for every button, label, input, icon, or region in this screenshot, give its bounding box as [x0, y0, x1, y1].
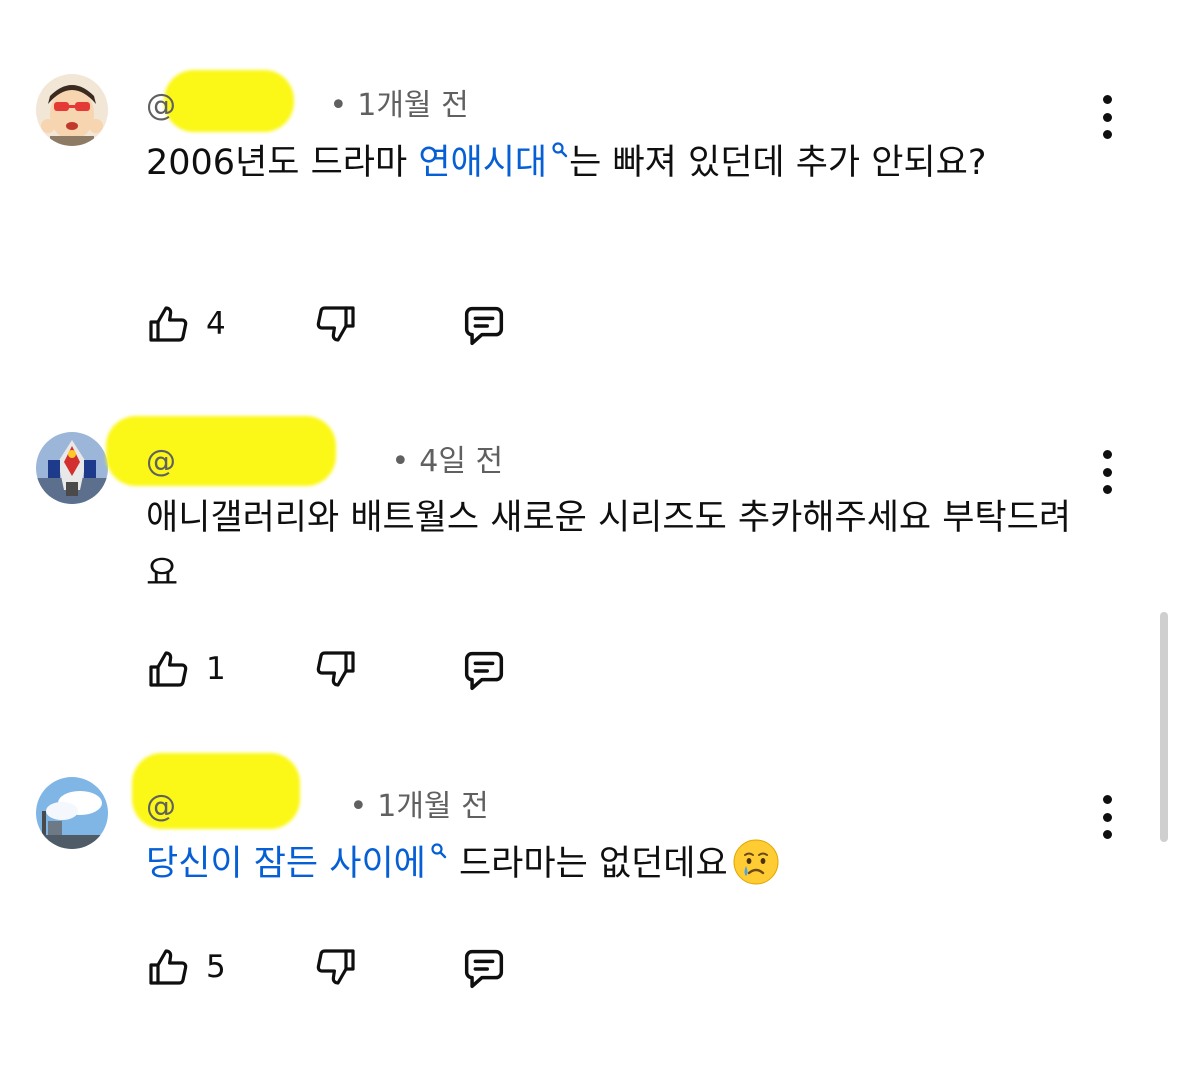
- like-icon: [149, 651, 188, 687]
- search-icon: [431, 843, 447, 859]
- comment-text: 2006년도 드라마 연애시대 는 빠져 있던데 추가 안되요?: [146, 142, 987, 183]
- more-vert-icon: [1102, 450, 1112, 459]
- comment-time: 4일 전: [419, 444, 504, 479]
- like-count: 1: [206, 651, 226, 687]
- reply-icon: [464, 306, 504, 346]
- comment-meta: @ • 1개월 전: [146, 70, 469, 132]
- avatar[interactable]: [36, 432, 108, 504]
- redaction-mark: [164, 70, 294, 132]
- like-count: 5: [206, 949, 226, 985]
- scrollbar[interactable]: [1160, 612, 1168, 842]
- dislike-icon: [316, 651, 355, 687]
- comment-actions: 1: [144, 645, 524, 695]
- more-vert-icon: [1102, 795, 1112, 804]
- dislike-button[interactable]: [312, 645, 360, 693]
- comment-text: 애니갤러리와 배트월스 새로운 시리즈도 추카해주세요 부탁드려요: [146, 498, 1072, 594]
- comment-actions: 5: [144, 943, 524, 993]
- comment-time: 1개월 전: [357, 88, 469, 123]
- search-link[interactable]: 당신이 잠든 사이에: [146, 843, 448, 884]
- redaction-mark: [106, 416, 336, 486]
- search-icon: [552, 142, 568, 158]
- like-button[interactable]: 5: [144, 943, 226, 991]
- reply-icon: [464, 949, 504, 989]
- more-options-button[interactable]: [1094, 95, 1120, 139]
- reply-button[interactable]: [458, 300, 510, 352]
- comment-meta: @ • 4일 전: [106, 416, 504, 486]
- crying-face-emoji: [733, 839, 779, 885]
- like-button[interactable]: 1: [144, 645, 226, 693]
- author-handle[interactable]: @: [146, 70, 316, 132]
- author-handle[interactable]: @: [106, 416, 378, 486]
- more-options-button[interactable]: [1094, 450, 1120, 494]
- search-link[interactable]: 연애시대: [418, 142, 569, 183]
- dislike-icon: [316, 306, 355, 342]
- reply-icon: [464, 651, 504, 691]
- like-button[interactable]: 4: [144, 300, 226, 348]
- avatar[interactable]: [36, 777, 108, 849]
- like-count: 4: [206, 306, 226, 342]
- like-icon: [149, 949, 188, 985]
- dislike-button[interactable]: [312, 943, 360, 991]
- more-options-button[interactable]: [1094, 795, 1120, 839]
- comment-actions: 4: [144, 300, 524, 350]
- dislike-icon: [316, 949, 355, 985]
- more-vert-icon: [1102, 95, 1112, 104]
- reply-button[interactable]: [458, 943, 510, 995]
- avatar[interactable]: [36, 74, 108, 146]
- like-icon: [149, 306, 188, 342]
- comment-text: 당신이 잠든 사이에 드라마는 없던데요: [146, 836, 1076, 892]
- author-handle[interactable]: @: [132, 753, 336, 829]
- reply-button[interactable]: [458, 645, 510, 697]
- comment-time: 1개월 전: [377, 789, 489, 824]
- dislike-button[interactable]: [312, 300, 360, 348]
- comment-meta: @ • 1개월 전: [132, 753, 489, 829]
